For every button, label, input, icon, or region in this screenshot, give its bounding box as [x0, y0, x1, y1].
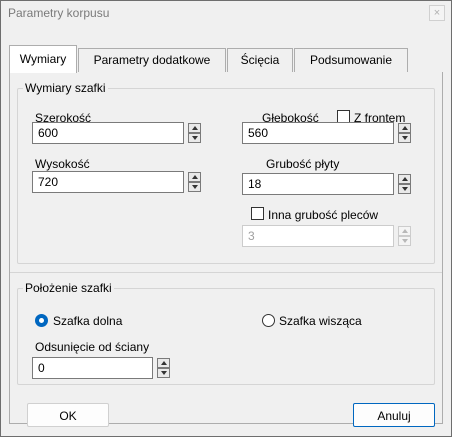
back-thickness-input[interactable]: 3	[242, 225, 394, 247]
height-label: Wysokość	[35, 157, 90, 171]
window-title: Parametry korpusu	[8, 6, 110, 20]
tab-sciecia[interactable]: Ścięcia	[227, 48, 293, 72]
ok-button[interactable]: OK	[27, 403, 109, 427]
back-thickness-spin-down-icon[interactable]	[398, 236, 411, 246]
width-spinner[interactable]	[188, 122, 201, 144]
height-spin-down-icon[interactable]	[188, 182, 201, 192]
width-input[interactable]: 600	[32, 122, 184, 144]
wall-offset-label: Odsunięcie od ściany	[35, 340, 150, 354]
tab-wymiary[interactable]: Wymiary	[9, 45, 77, 73]
wall-offset-spin-up-icon[interactable]	[157, 358, 170, 368]
wall-cabinet-radio[interactable]	[262, 314, 275, 327]
depth-spin-up-icon[interactable]	[398, 123, 411, 133]
other-back-thickness-label[interactable]: Inna grubość pleców	[268, 208, 378, 222]
depth-spin-down-icon[interactable]	[398, 133, 411, 143]
wall-cabinet-label[interactable]: Szafka wisząca	[279, 314, 362, 328]
section-separator	[10, 272, 442, 273]
floor-cabinet-label[interactable]: Szafka dolna	[53, 314, 122, 328]
cancel-button[interactable]: Anuluj	[353, 403, 435, 427]
wall-offset-spin-down-icon[interactable]	[157, 368, 170, 378]
board-thickness-spin-down-icon[interactable]	[398, 184, 411, 194]
tab-podsumowanie[interactable]: Podsumowanie	[294, 48, 408, 72]
depth-spinner[interactable]	[398, 122, 411, 144]
floor-cabinet-radio[interactable]	[35, 314, 48, 327]
wall-offset-input[interactable]: 0	[32, 357, 153, 379]
width-spin-up-icon[interactable]	[188, 123, 201, 133]
height-input[interactable]: 720	[32, 171, 184, 193]
other-back-thickness-checkbox[interactable]	[251, 207, 264, 220]
board-thickness-input[interactable]: 18	[242, 173, 394, 195]
position-group-label: Położenie szafki	[23, 281, 114, 295]
board-thickness-spin-up-icon[interactable]	[398, 174, 411, 184]
wall-offset-spinner[interactable]	[157, 357, 170, 379]
depth-input[interactable]: 560	[242, 122, 394, 144]
dialog-window: Parametry korpusu × Wymiary Parametry do…	[0, 0, 452, 437]
board-thickness-label: Grubość płyty	[266, 157, 340, 171]
board-thickness-spinner[interactable]	[398, 173, 411, 195]
height-spinner[interactable]	[188, 171, 201, 193]
title-bar: Parametry korpusu ×	[1, 1, 451, 25]
back-thickness-spinner[interactable]	[398, 225, 411, 247]
width-spin-down-icon[interactable]	[188, 133, 201, 143]
close-icon[interactable]: ×	[429, 5, 445, 21]
dimensions-group-label: Wymiary szafki	[23, 81, 108, 95]
height-spin-up-icon[interactable]	[188, 172, 201, 182]
back-thickness-spin-up-icon[interactable]	[398, 226, 411, 236]
tab-parametry-dodatkowe[interactable]: Parametry dodatkowe	[78, 48, 226, 72]
